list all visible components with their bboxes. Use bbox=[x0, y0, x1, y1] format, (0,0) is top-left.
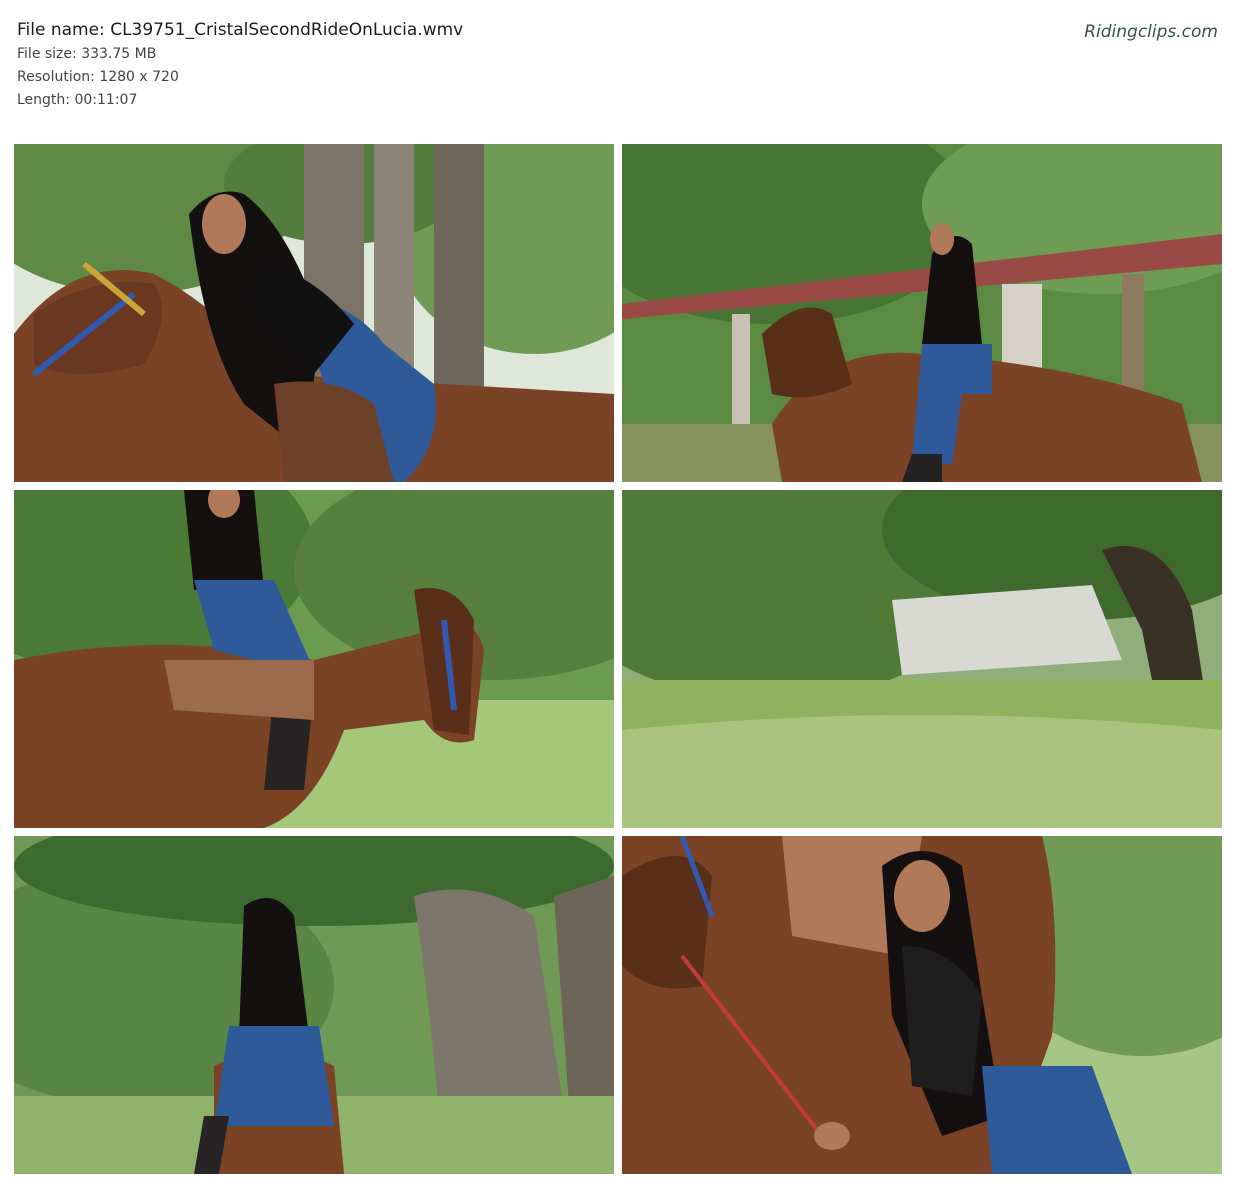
length-value: 00:11:07 bbox=[74, 92, 138, 108]
site-brand-logo: Ridingclips.com bbox=[1084, 22, 1218, 42]
file-size-value: 333.75 MB bbox=[81, 46, 157, 62]
thumbnail-3-image bbox=[14, 490, 614, 828]
file-size-label: File size: bbox=[17, 46, 77, 62]
thumbnail-5 bbox=[14, 836, 614, 1174]
thumbnail-4 bbox=[622, 490, 1222, 828]
thumbnail-2 bbox=[622, 144, 1222, 482]
file-size-line: File size: 333.75 MB bbox=[17, 43, 463, 66]
thumbnail-1 bbox=[14, 144, 614, 482]
resolution-value: 1280 x 720 bbox=[99, 69, 179, 85]
thumbnail-2-image bbox=[622, 144, 1222, 482]
file-name-line: File name: CL39751_CristalSecondRideOnLu… bbox=[17, 18, 463, 42]
thumbnail-3 bbox=[14, 490, 614, 828]
thumbnail-1-image bbox=[14, 144, 614, 482]
thumbnail-6 bbox=[622, 836, 1222, 1174]
thumbnail-5-image bbox=[14, 836, 614, 1174]
length-label: Length: bbox=[17, 92, 71, 108]
file-name-label: File name: bbox=[17, 20, 105, 40]
file-name-value: CL39751_CristalSecondRideOnLucia.wmv bbox=[110, 20, 464, 40]
thumbnail-4-image bbox=[622, 490, 1222, 828]
resolution-label: Resolution: bbox=[17, 69, 95, 85]
thumbnail-6-image bbox=[622, 836, 1222, 1174]
thumbnail-grid bbox=[14, 144, 1222, 1174]
file-metadata: File name: CL39751_CristalSecondRideOnLu… bbox=[17, 18, 463, 112]
resolution-line: Resolution: 1280 x 720 bbox=[17, 66, 463, 89]
length-line: Length: 00:11:07 bbox=[17, 89, 463, 112]
